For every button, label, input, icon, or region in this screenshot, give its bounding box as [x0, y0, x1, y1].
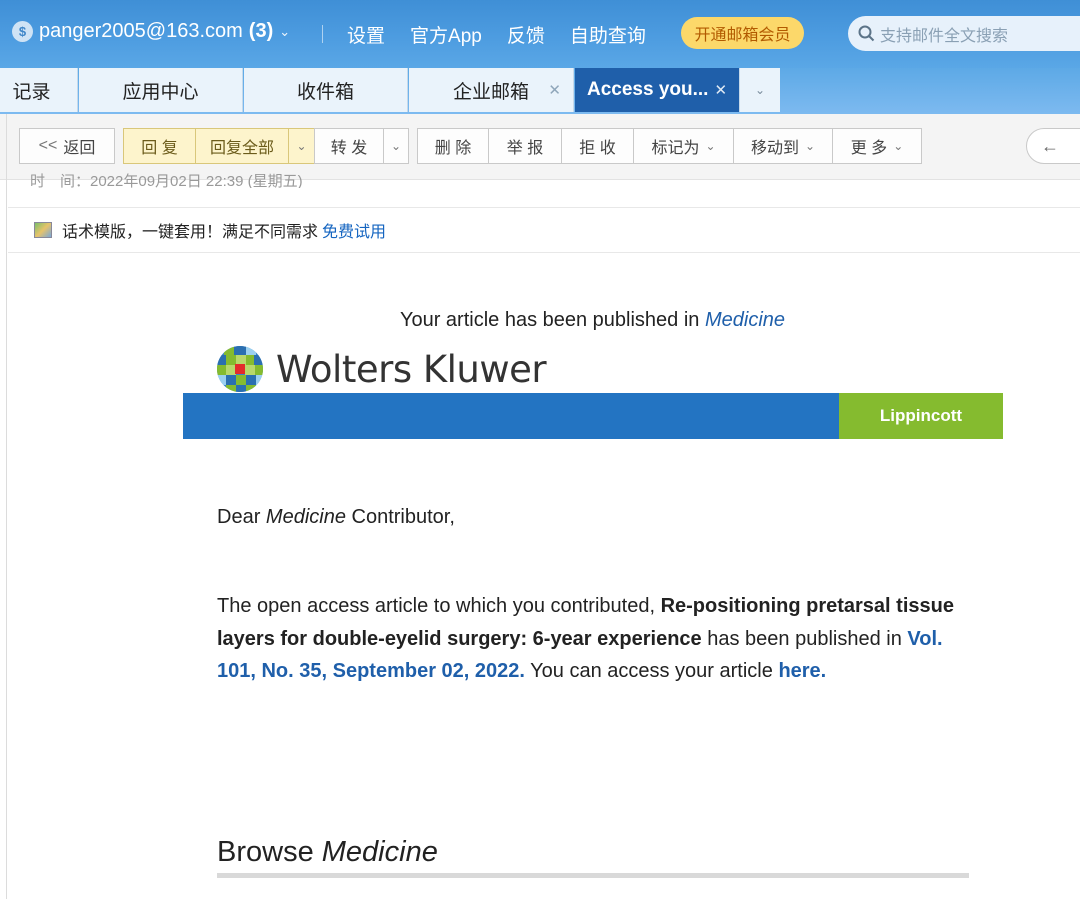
top-links: 设置 官方App 反馈 自助查询: [347, 21, 671, 48]
tab-label: 记录: [12, 81, 51, 103]
content-left-border: [6, 114, 7, 899]
tab-label: 收件箱: [296, 81, 354, 103]
tab-label: 应用中心: [122, 81, 199, 103]
unread-count: (3): [248, 20, 274, 42]
promo-bar: 话术模版，一键套用！满足不同需求 免费试用: [8, 207, 1080, 253]
back-label: 返回: [63, 140, 96, 157]
journal-name: Medicine: [265, 506, 346, 528]
delete-button[interactable]: 删 除: [417, 128, 489, 164]
wolters-kluwer-logo: Wolters Kluwer: [216, 345, 547, 393]
more-label: 更 多: [850, 140, 888, 157]
forward-dropdown-button[interactable]: ⌄: [383, 128, 409, 164]
search-box[interactable]: 支持邮件全文搜索: [848, 16, 1080, 51]
feedback-link[interactable]: 反馈: [507, 21, 545, 48]
account-email[interactable]: panger2005@163.com: [39, 20, 243, 43]
salutation-prefix: Dear: [217, 506, 266, 528]
lippincott-banner: Lippincott: [839, 393, 1003, 439]
brand-banner: [183, 393, 839, 439]
browse-prefix: Browse: [217, 836, 322, 868]
official-app-link[interactable]: 官方App: [410, 21, 482, 48]
reply-all-button[interactable]: 回复全部: [195, 128, 289, 164]
search-icon: [858, 25, 875, 42]
brand-name: Wolters Kluwer: [276, 347, 547, 391]
tab-records[interactable]: 记录: [0, 68, 78, 112]
journal-name: Medicine: [321, 836, 438, 868]
promo-text: 话术模版，一键套用！满足不同需求: [62, 224, 319, 241]
tab-bar: 记录 应用中心 收件箱 企业邮箱 ✕ Access you... ✕ ⌄: [0, 68, 1080, 114]
tab-label: 企业邮箱: [452, 81, 529, 103]
published-notice: Your article has been published in Medic…: [0, 309, 1080, 332]
chevron-down-icon: ⌄: [705, 139, 716, 153]
journal-name: Medicine: [704, 309, 786, 331]
chevron-down-icon: ⌄: [296, 139, 307, 153]
previous-mail-button[interactable]: ←: [1026, 128, 1080, 164]
top-bar: $ panger2005@163.com (3) ⌄ 设置 官方App 反馈 自…: [0, 0, 1080, 68]
section-divider: [217, 873, 969, 878]
mark-as-button[interactable]: 标记为 ⌄: [633, 128, 734, 164]
account-coin-icon: $: [12, 21, 33, 42]
account-menu[interactable]: $ panger2005@163.com (3) ⌄: [12, 20, 290, 43]
divider: [322, 25, 323, 43]
browse-heading: Browse Medicine: [217, 836, 438, 869]
forward-button[interactable]: 转 发: [314, 128, 384, 164]
close-icon[interactable]: ✕: [548, 81, 561, 99]
arrow-left-icon: ←: [1041, 135, 1059, 156]
vip-button[interactable]: 开通邮箱会员: [681, 17, 804, 49]
paragraph-text: The open access article to which you con…: [217, 595, 661, 617]
notice-paragraph: The open access article to which you con…: [217, 590, 967, 688]
move-to-button[interactable]: 移动到 ⌄: [733, 128, 833, 164]
salutation: Dear Medicine Contributor,: [217, 506, 455, 529]
search-input[interactable]: 支持邮件全文搜索: [880, 22, 1008, 46]
move-to-label: 移动到: [750, 140, 799, 157]
tab-inbox[interactable]: 收件箱: [244, 68, 408, 112]
time-text: 时 间：2022年09月02日 22:39 (星期五): [30, 173, 303, 188]
free-trial-link[interactable]: 免费试用: [322, 218, 386, 242]
tab-app-center[interactable]: 应用中心: [79, 68, 243, 112]
reject-button[interactable]: 拒 收: [561, 128, 634, 164]
chevron-down-icon[interactable]: ⌄: [279, 24, 290, 40]
tab-current-email[interactable]: Access you... ✕: [575, 68, 740, 112]
salutation-suffix: Contributor,: [345, 506, 455, 528]
chevron-down-icon: ⌄: [893, 139, 904, 153]
back-button[interactable]: << 返回: [19, 128, 115, 164]
template-image-icon: [34, 222, 52, 238]
wolters-kluwer-mosaic-icon: [217, 346, 263, 392]
chevron-down-icon[interactable]: ⌄: [740, 68, 780, 112]
chevron-down-icon: ⌄: [804, 139, 816, 153]
tab-label: Access you...: [586, 79, 709, 100]
settings-link[interactable]: 设置: [347, 21, 385, 48]
time-row: 时 间：2022年09月02日 22:39 (星期五): [30, 170, 630, 188]
paragraph-text: You can access your article: [524, 660, 779, 682]
double-chevron-left-icon: <<: [38, 137, 58, 154]
reply-button[interactable]: 回 复: [123, 128, 196, 164]
reply-dropdown-button[interactable]: ⌄: [288, 128, 315, 164]
article-link[interactable]: here.: [778, 660, 826, 682]
tab-enterprise-mail[interactable]: 企业邮箱 ✕: [409, 68, 574, 112]
chevron-down-icon: ⌄: [390, 139, 402, 153]
report-button[interactable]: 举 报: [488, 128, 562, 164]
self-service-link[interactable]: 自助查询: [570, 21, 646, 48]
published-text: Your article has been published in: [399, 309, 705, 331]
more-button[interactable]: 更 多 ⌄: [832, 128, 922, 164]
close-icon[interactable]: ✕: [714, 81, 727, 99]
mark-as-label: 标记为: [651, 140, 700, 157]
paragraph-text: has been published in: [701, 627, 908, 650]
